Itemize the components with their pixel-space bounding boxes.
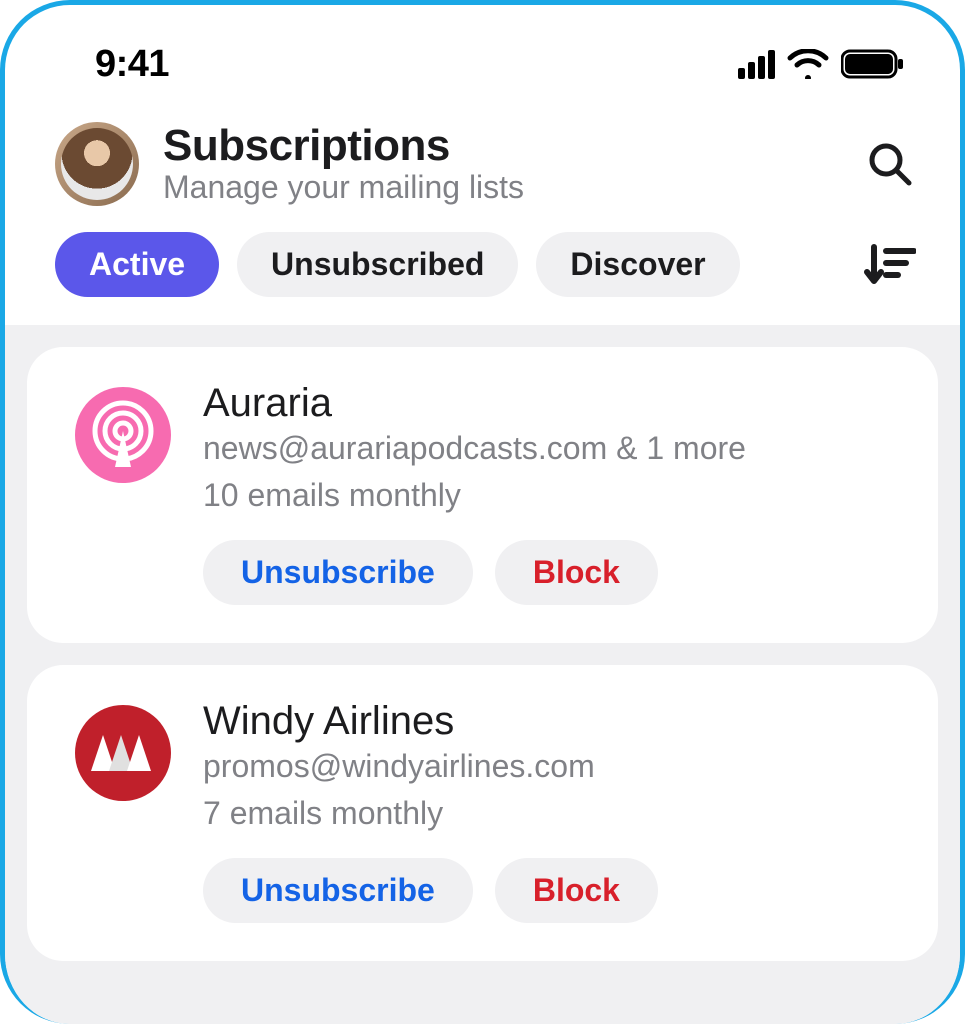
unsubscribe-button[interactable]: Unsubscribe xyxy=(203,540,473,605)
block-button[interactable]: Block xyxy=(495,858,658,923)
sender-block: Windy Airlines promos@windyairlines.com … xyxy=(203,699,904,923)
sender-email: promos@windyairlines.com xyxy=(203,748,904,785)
avatar[interactable] xyxy=(55,122,139,206)
podcast-icon xyxy=(85,397,161,473)
sender-frequency: 7 emails monthly xyxy=(203,795,904,832)
sender-frequency: 10 emails monthly xyxy=(203,477,904,514)
title-block: Subscriptions Manage your mailing lists xyxy=(163,121,838,206)
subscription-list: Auraria news@aurariapodcasts.com & 1 mor… xyxy=(5,325,960,1024)
status-bar: 9:41 xyxy=(5,5,960,95)
wifi-icon xyxy=(787,49,829,79)
sender-block: Auraria news@aurariapodcasts.com & 1 mor… xyxy=(203,381,904,605)
sort-button[interactable] xyxy=(862,237,918,293)
tab-unsubscribed[interactable]: Unsubscribed xyxy=(237,232,518,297)
page-subtitle: Manage your mailing lists xyxy=(163,169,838,206)
battery-icon xyxy=(841,49,905,79)
sender-icon-windy xyxy=(75,705,171,801)
search-icon xyxy=(866,140,914,188)
tab-discover[interactable]: Discover xyxy=(536,232,739,297)
sender-email: news@aurariapodcasts.com & 1 more xyxy=(203,430,904,467)
windy-logo-icon xyxy=(85,715,161,791)
status-time: 9:41 xyxy=(95,43,169,86)
search-button[interactable] xyxy=(862,136,918,192)
sender-name: Auraria xyxy=(203,381,904,426)
tabs-row: Active Unsubscribed Discover xyxy=(5,220,960,325)
status-icons xyxy=(738,49,905,79)
page-header: Subscriptions Manage your mailing lists xyxy=(5,95,960,220)
sender-icon-auraria xyxy=(75,387,171,483)
block-button[interactable]: Block xyxy=(495,540,658,605)
subscription-card[interactable]: Auraria news@aurariapodcasts.com & 1 mor… xyxy=(27,347,938,643)
tab-active[interactable]: Active xyxy=(55,232,219,297)
card-actions: Unsubscribe Block xyxy=(203,540,904,605)
unsubscribe-button[interactable]: Unsubscribe xyxy=(203,858,473,923)
sender-name: Windy Airlines xyxy=(203,699,904,744)
cellular-icon xyxy=(738,50,775,79)
card-actions: Unsubscribe Block xyxy=(203,858,904,923)
page-title: Subscriptions xyxy=(163,121,838,171)
subscription-card[interactable]: Windy Airlines promos@windyairlines.com … xyxy=(27,665,938,961)
app-frame: 9:41 Subscriptions Manage your mailing l… xyxy=(0,0,965,1024)
sort-icon xyxy=(864,243,916,287)
